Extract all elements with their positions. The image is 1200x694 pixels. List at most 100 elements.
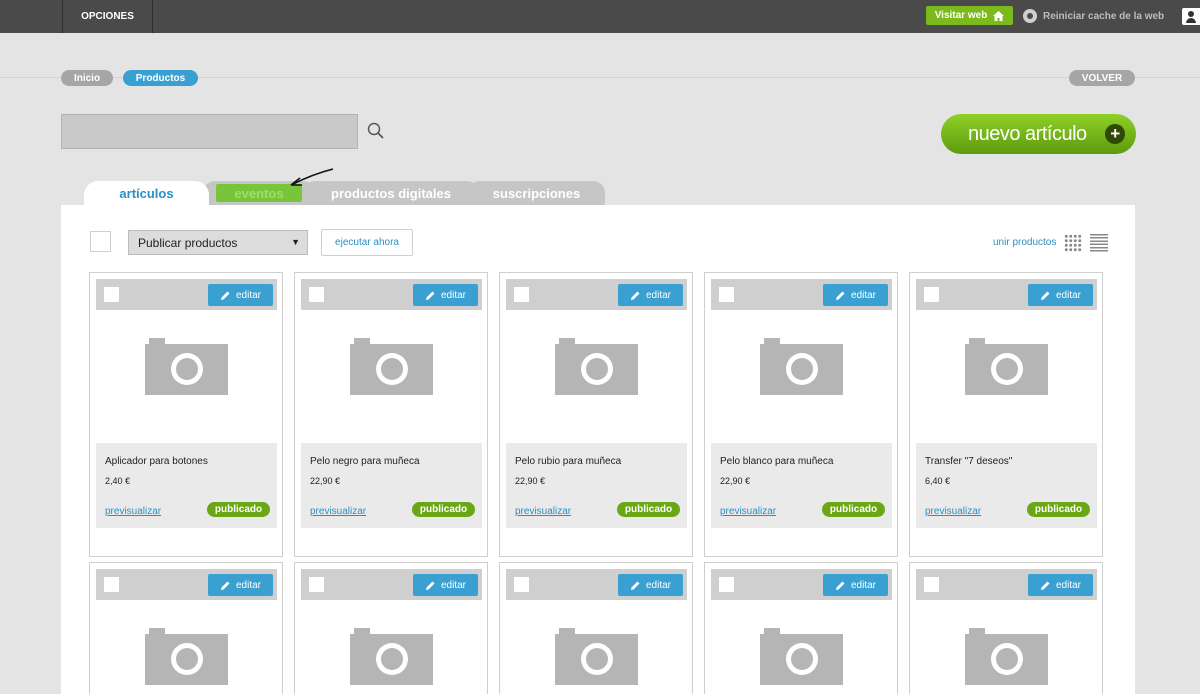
camera-icon xyxy=(145,338,228,395)
pencil-icon xyxy=(835,291,845,300)
status-badge[interactable]: publicado xyxy=(412,502,475,517)
tab-suscripciones[interactable]: suscripciones xyxy=(468,181,605,206)
options-menu[interactable]: OPCIONES xyxy=(62,0,153,33)
edit-label: editar xyxy=(645,289,671,301)
product-image[interactable] xyxy=(301,310,482,443)
camera-icon xyxy=(760,628,843,685)
edit-button[interactable]: editar xyxy=(208,574,273,596)
search-input[interactable] xyxy=(61,114,358,149)
preview-link[interactable]: previsualizar xyxy=(720,506,776,517)
pencil-icon xyxy=(220,581,230,590)
refresh-icon xyxy=(1023,9,1037,23)
tab-articulos[interactable]: artículos xyxy=(84,181,209,206)
preview-link[interactable]: previsualizar xyxy=(925,506,981,517)
camera-icon xyxy=(555,628,638,685)
product-card: editar xyxy=(704,562,898,694)
camera-icon xyxy=(145,628,228,685)
edit-label: editar xyxy=(850,289,876,301)
user-icon[interactable] xyxy=(1182,8,1200,25)
edit-button[interactable]: editar xyxy=(823,284,888,306)
pencil-icon xyxy=(425,291,435,300)
list-view-icon[interactable] xyxy=(1090,234,1108,252)
bulk-action-select[interactable]: Publicar productos ▼ xyxy=(128,230,308,255)
card-info: Pelo blanco para muñeca 22,90 € previsua… xyxy=(711,443,892,528)
pencil-icon xyxy=(630,581,640,590)
card-checkbox[interactable] xyxy=(719,577,734,592)
breadcrumb-inicio[interactable]: Inicio xyxy=(61,70,113,86)
product-image[interactable] xyxy=(711,600,892,694)
product-image[interactable] xyxy=(96,600,277,694)
new-item-button[interactable]: nuevo artículo + xyxy=(941,114,1136,154)
product-name: Transfer "7 deseos" xyxy=(925,456,1013,467)
card-checkbox[interactable] xyxy=(719,287,734,302)
visit-web-button[interactable]: Visitar web xyxy=(926,6,1013,25)
edit-button[interactable]: editar xyxy=(413,284,478,306)
search-icon[interactable] xyxy=(367,122,384,139)
product-name: Pelo blanco para muñeca xyxy=(720,456,834,467)
status-badge[interactable]: publicado xyxy=(207,502,270,517)
edit-label: editar xyxy=(850,579,876,591)
breadcrumb-productos[interactable]: Productos xyxy=(123,70,198,86)
card-checkbox[interactable] xyxy=(514,287,529,302)
preview-link[interactable]: previsualizar xyxy=(515,506,571,517)
product-image[interactable] xyxy=(916,600,1097,694)
card-checkbox[interactable] xyxy=(514,577,529,592)
product-name: Pelo negro para muñeca xyxy=(310,456,420,467)
status-badge[interactable]: publicado xyxy=(617,502,680,517)
product-name: Aplicador para botones xyxy=(105,456,208,467)
back-button[interactable]: VOLVER xyxy=(1069,70,1135,86)
product-image[interactable] xyxy=(711,310,892,443)
product-image[interactable] xyxy=(916,310,1097,443)
card-checkbox[interactable] xyxy=(309,577,324,592)
card-checkbox[interactable] xyxy=(309,287,324,302)
select-all-checkbox[interactable] xyxy=(90,231,111,252)
camera-icon xyxy=(965,338,1048,395)
card-header: editar xyxy=(916,279,1097,310)
status-badge[interactable]: publicado xyxy=(1027,502,1090,517)
preview-link[interactable]: previsualizar xyxy=(105,506,161,517)
product-image[interactable] xyxy=(96,310,277,443)
edit-button[interactable]: editar xyxy=(1028,284,1093,306)
edit-label: editar xyxy=(645,579,671,591)
card-header: editar xyxy=(96,279,277,310)
reset-cache-link[interactable]: Reiniciar cache de la web xyxy=(1023,9,1164,23)
new-item-label: nuevo artículo xyxy=(968,122,1087,145)
card-info: Pelo negro para muñeca 22,90 € previsual… xyxy=(301,443,482,528)
edit-button[interactable]: editar xyxy=(618,574,683,596)
product-image[interactable] xyxy=(506,600,687,694)
card-checkbox[interactable] xyxy=(924,287,939,302)
pencil-icon xyxy=(425,581,435,590)
pencil-icon xyxy=(220,291,230,300)
edit-button[interactable]: editar xyxy=(618,284,683,306)
card-header: editar xyxy=(916,569,1097,600)
edit-label: editar xyxy=(235,289,261,301)
edit-label: editar xyxy=(440,579,466,591)
product-card: editar Pelo blanco para muñeca 22,90 € p… xyxy=(704,272,898,557)
visit-web-label: Visitar web xyxy=(934,10,988,21)
edit-button[interactable]: editar xyxy=(208,284,273,306)
product-card: editar Pelo negro para muñeca 22,90 € pr… xyxy=(294,272,488,557)
edit-button[interactable]: editar xyxy=(413,574,478,596)
card-header: editar xyxy=(506,279,687,310)
grid-view-icon[interactable] xyxy=(1064,234,1082,252)
card-checkbox[interactable] xyxy=(104,287,119,302)
execute-button[interactable]: ejecutar ahora xyxy=(321,229,413,256)
card-header: editar xyxy=(301,569,482,600)
merge-products-link[interactable]: unir productos xyxy=(993,237,1056,248)
status-badge[interactable]: publicado xyxy=(822,502,885,517)
product-name: Pelo rubio para muñeca xyxy=(515,456,622,467)
card-checkbox[interactable] xyxy=(104,577,119,592)
product-price: 22,90 € xyxy=(720,476,751,486)
card-checkbox[interactable] xyxy=(924,577,939,592)
product-price: 6,40 € xyxy=(925,476,951,486)
product-image[interactable] xyxy=(506,310,687,443)
camera-icon xyxy=(760,338,843,395)
preview-link[interactable]: previsualizar xyxy=(310,506,366,517)
card-header: editar xyxy=(711,279,892,310)
edit-button[interactable]: editar xyxy=(1028,574,1093,596)
product-image[interactable] xyxy=(301,600,482,694)
camera-icon xyxy=(555,338,638,395)
edit-label: editar xyxy=(440,289,466,301)
product-card: editar Transfer "7 deseos" 6,40 € previs… xyxy=(909,272,1103,557)
edit-button[interactable]: editar xyxy=(823,574,888,596)
